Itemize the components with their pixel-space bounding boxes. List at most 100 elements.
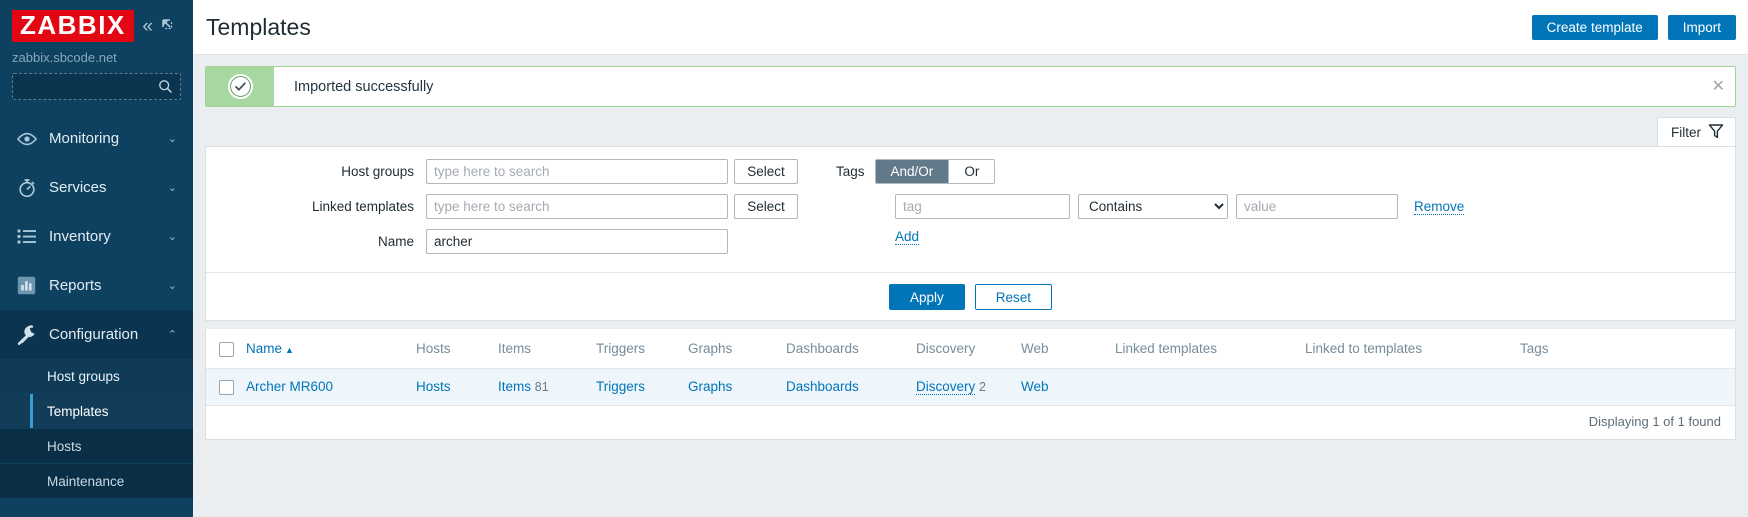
expand-icon[interactable]	[162, 18, 177, 34]
sidebar-item-inventory[interactable]: Inventory ⌄	[0, 212, 193, 261]
templates-table-wrap: Name ▲ Hosts Items Triggers Graphs Dashbo…	[205, 329, 1736, 440]
sidebar-item-configuration[interactable]: Configuration ⌃	[0, 310, 193, 359]
cell-hosts: Hosts	[416, 368, 498, 406]
close-icon[interactable]: ✕	[1712, 78, 1725, 95]
tag-remove-link[interactable]: Remove	[1414, 199, 1465, 215]
filter-footer: Apply Reset	[206, 272, 1735, 310]
sidebar-search-wrap	[0, 71, 193, 110]
tags-label: Tags	[836, 164, 865, 179]
list-icon	[17, 229, 43, 244]
sidebar-subitem-label: Templates	[47, 403, 109, 419]
template-name-link[interactable]: Archer MR600	[246, 379, 333, 394]
sidebar: ZABBIX « zabbix.sbcode.net Monitoring ⌄ …	[0, 0, 193, 517]
funnel-icon	[1708, 123, 1724, 142]
tab-filter[interactable]: Filter	[1657, 117, 1736, 146]
check-circle-icon	[227, 74, 253, 99]
sidebar-header: ZABBIX «	[0, 0, 193, 42]
sidebar-search[interactable]	[12, 73, 181, 100]
filter-columns: Host groups Select Linked templates Sele…	[206, 159, 1735, 264]
sidebar-nav: Monitoring ⌄ Services ⌄ Inventory ⌄ Repo…	[0, 114, 193, 499]
tag-name-input[interactable]	[895, 194, 1070, 219]
filter-column-left: Host groups Select Linked templates Sele…	[206, 159, 836, 264]
cell-discovery: Discovery 2	[916, 368, 1021, 406]
row-checkbox[interactable]	[219, 379, 234, 395]
column-header-hosts: Hosts	[416, 329, 498, 369]
chevron-up-icon: ⌃	[167, 329, 177, 341]
cell-triggers: Triggers	[596, 368, 688, 406]
top-bar-actions: Create template Import	[1531, 14, 1736, 40]
eye-icon	[17, 132, 43, 146]
reset-button[interactable]: Reset	[974, 284, 1053, 310]
column-header-triggers: Triggers	[596, 329, 688, 369]
sidebar-submenu-configuration: Host groups Templates Hosts Maintenance	[0, 359, 193, 499]
search-input[interactable]	[13, 79, 180, 94]
sidebar-item-host-groups[interactable]: Host groups	[0, 359, 193, 394]
main-content: Templates Create template Import Importe…	[193, 0, 1748, 517]
wrench-icon	[17, 324, 43, 345]
tag-value-input[interactable]	[1236, 194, 1398, 219]
filter-panel: Host groups Select Linked templates Sele…	[205, 146, 1736, 321]
filter-tab-label: Filter	[1671, 124, 1701, 140]
cell-graphs: Graphs	[688, 368, 786, 406]
import-button[interactable]: Import	[1667, 14, 1736, 40]
name-input[interactable]	[426, 229, 728, 254]
message-icon-box	[206, 67, 274, 106]
sidebar-item-templates[interactable]: Templates	[0, 394, 193, 429]
stopwatch-icon	[17, 178, 43, 198]
host-groups-input[interactable]	[426, 159, 728, 184]
column-header-name[interactable]: Name ▲	[246, 329, 416, 369]
dashboards-link[interactable]: Dashboards	[786, 379, 859, 394]
tag-add-link[interactable]: Add	[895, 229, 920, 245]
filter-tab-row: Filter	[205, 117, 1736, 146]
sidebar-item-reports[interactable]: Reports ⌄	[0, 261, 193, 310]
web-link[interactable]: Web	[1021, 379, 1049, 394]
sidebar-item-hosts[interactable]: Hosts	[0, 429, 193, 464]
sidebar-item-maintenance[interactable]: Maintenance	[0, 464, 193, 499]
chevron-down-icon: ⌄	[167, 133, 177, 145]
row-select-cell	[206, 368, 246, 406]
create-template-button[interactable]: Create template	[1531, 14, 1658, 40]
host-groups-label: Host groups	[341, 164, 414, 179]
hosts-link[interactable]: Hosts	[416, 379, 451, 394]
cell-dashboards: Dashboards	[786, 368, 916, 406]
templates-table: Name ▲ Hosts Items Triggers Graphs Dashbo…	[206, 329, 1735, 406]
sidebar-subitem-label: Maintenance	[47, 473, 125, 489]
chevron-down-icon: ⌄	[167, 182, 177, 194]
apply-button[interactable]: Apply	[888, 284, 965, 310]
select-all-checkbox[interactable]	[219, 341, 234, 357]
tag-operator-select[interactable]: Contains	[1078, 194, 1228, 219]
triggers-link[interactable]: Triggers	[596, 379, 645, 394]
cell-items: Items 81	[498, 368, 596, 406]
bar-chart-icon	[17, 276, 43, 295]
linked-templates-label: Linked templates	[311, 199, 414, 214]
column-header-web: Web	[1021, 329, 1115, 369]
column-header-items: Items	[498, 329, 596, 369]
tags-andor-button[interactable]: And/Or	[875, 160, 949, 183]
page-title: Templates	[206, 13, 311, 40]
top-bar: Templates Create template Import	[193, 0, 1748, 55]
chevron-double-left-icon[interactable]: «	[142, 17, 153, 36]
discovery-link[interactable]: Discovery	[916, 379, 976, 396]
zabbix-logo: ZABBIX	[12, 10, 134, 42]
sidebar-item-services[interactable]: Services ⌄	[0, 163, 193, 212]
chevron-down-icon: ⌄	[167, 231, 177, 243]
select-all-header	[206, 329, 246, 369]
items-count: 81	[534, 380, 549, 395]
tags-or-button[interactable]: Or	[948, 160, 995, 183]
sidebar-item-label: Services	[49, 179, 107, 196]
linked-templates-select-button[interactable]: Select	[734, 194, 798, 219]
graphs-link[interactable]: Graphs	[688, 379, 732, 394]
sort-ascending-icon: ▲	[285, 345, 294, 356]
sidebar-item-monitoring[interactable]: Monitoring ⌄	[0, 114, 193, 163]
sidebar-item-label: Monitoring	[49, 130, 120, 147]
host-groups-select-button[interactable]: Select	[734, 159, 798, 184]
cell-linked-templates	[1115, 368, 1305, 406]
cell-name: Archer MR600	[246, 368, 416, 406]
sidebar-subitem-label: Host groups	[47, 368, 120, 384]
tags-evaltype-radioset: And/Or Or	[874, 159, 996, 184]
linked-templates-input[interactable]	[426, 194, 728, 219]
items-link[interactable]: Items	[498, 379, 531, 394]
search-icon	[158, 79, 173, 99]
column-header-name-link[interactable]: Name	[246, 341, 282, 356]
sidebar-item-label: Reports	[49, 277, 102, 294]
